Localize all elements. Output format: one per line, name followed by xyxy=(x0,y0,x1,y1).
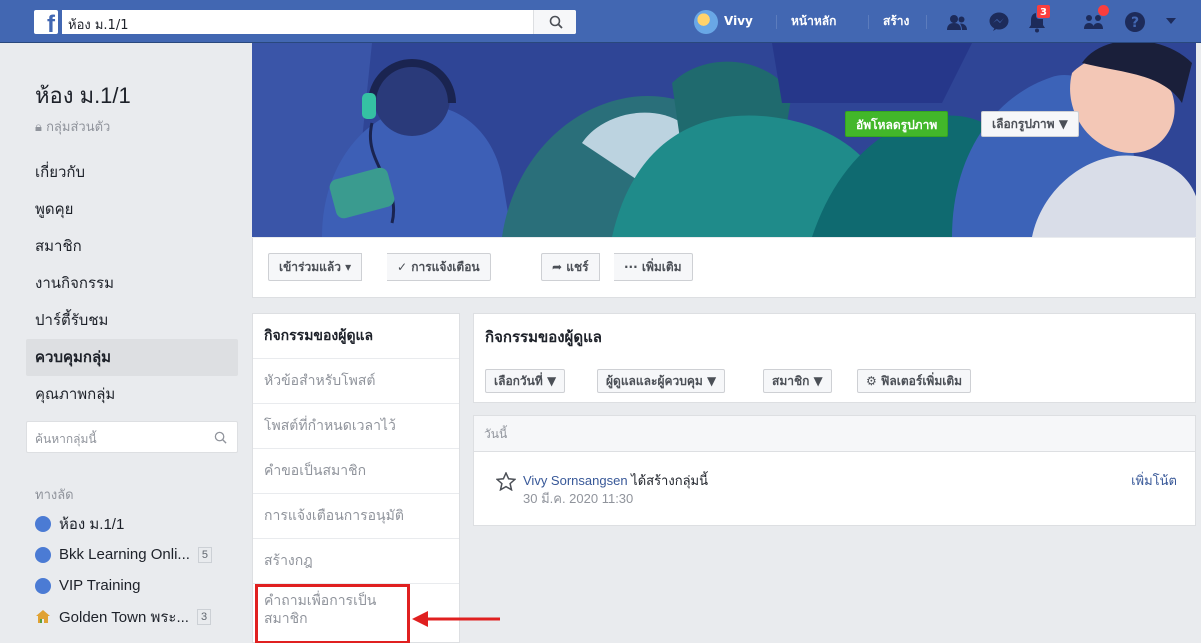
sidebar-item-discussion[interactable]: พูดคุย xyxy=(26,191,238,228)
cover-illustration xyxy=(252,43,1196,237)
search-icon xyxy=(549,15,563,29)
upload-photo-button[interactable]: อัพโหลดรูปภาพ xyxy=(845,111,949,137)
group-side-navigation: เกี่ยวกับ พูดคุย สมาชิก งานกิจกรรม ปาร์ต… xyxy=(26,154,238,413)
share-button[interactable]: ➦ แชร์ xyxy=(541,253,600,281)
admin-nav-admin-activity[interactable]: กิจกรรมของผู้ดูแล xyxy=(253,314,459,359)
shortcut-label: VIP Training xyxy=(59,577,141,594)
activity-log: วันนี้ Vivy Sornsangsen ได้สร้างกลุ่มนี้… xyxy=(473,415,1196,526)
group-cover-photo: อัพโหลดรูปภาพ เลือกรูปภาพ ▼ xyxy=(252,43,1196,237)
nav-divider xyxy=(868,15,869,29)
create-link[interactable]: สร้าง xyxy=(883,0,909,43)
new-activity-dot xyxy=(1098,5,1109,16)
messenger-icon[interactable] xyxy=(988,11,1010,33)
star-outline-icon xyxy=(496,472,516,491)
log-entry-user-link[interactable]: Vivy Sornsangsen xyxy=(523,473,628,488)
shortcuts-header: ทางลัด xyxy=(35,488,74,503)
search-value: ห้อง ม.1/1 xyxy=(68,18,129,33)
notification-count-badge: 3 xyxy=(1036,4,1051,19)
log-day-header: วันนี้ xyxy=(474,416,1195,452)
choose-photo-button[interactable]: เลือกรูปภาพ ▼ xyxy=(981,111,1079,137)
admin-nav-approval-notifications[interactable]: การแจ้งเตือนการอนุมัติ xyxy=(253,494,459,539)
home-link[interactable]: หน้าหลัก xyxy=(791,0,836,43)
members-filter-dropdown[interactable]: สมาชิก ▼ xyxy=(763,369,832,393)
user-avatar[interactable] xyxy=(694,10,718,34)
admin-nav-member-requests[interactable]: คำขอเป็นสมาชิก xyxy=(253,449,459,494)
shortcut-item[interactable]: Bkk Learning Onli... 5 xyxy=(26,539,238,570)
more-filters-button[interactable]: ⚙ ฟิลเตอร์เพิ่มเติม xyxy=(857,369,972,393)
sidebar-item-members[interactable]: สมาชิก xyxy=(26,228,238,265)
friend-requests-icon[interactable] xyxy=(946,11,968,33)
joined-button[interactable]: เข้าร่วมแล้ว ▾ xyxy=(268,253,363,281)
add-note-link[interactable]: เพิ่มโน้ต xyxy=(1131,470,1177,491)
admin-activity-panel: กิจกรรมของผู้ดูแล เลือกวันที่ ▼ ผู้ดูแลแ… xyxy=(473,313,1196,403)
group-icon xyxy=(35,546,51,563)
admin-tools-navigation: กิจกรรมของผู้ดูแล หัวข้อสำหรับโพสต์ โพสต… xyxy=(252,313,460,643)
annotation-arrow-icon xyxy=(412,611,500,627)
shortcut-count-badge: 3 xyxy=(196,608,212,625)
nav-divider xyxy=(926,15,927,29)
facebook-logo[interactable]: f xyxy=(34,10,58,37)
sidebar-item-moderate-group[interactable]: ควบคุมกลุ่ม xyxy=(26,339,238,376)
admin-nav-create-rules[interactable]: สร้างกฎ xyxy=(253,539,459,584)
admin-activity-title: กิจกรรมของผู้ดูแล xyxy=(485,328,602,346)
lock-icon: 🔒︎ xyxy=(35,120,47,135)
shortcut-item[interactable]: Golden Town พระ... 3 xyxy=(26,601,238,632)
sidebar-item-about[interactable]: เกี่ยวกับ xyxy=(26,154,238,191)
shortcut-label: Golden Town พระ... xyxy=(59,608,189,626)
shortcut-item[interactable]: VIP Training xyxy=(26,570,238,601)
group-action-bar: เข้าร่วมแล้ว ▾ ✓ การแจ้งเตือน ➦ แชร์ ···… xyxy=(252,238,1196,298)
date-filter-dropdown[interactable]: เลือกวันที่ ▼ xyxy=(485,369,566,393)
nav-divider xyxy=(776,15,777,29)
search-input[interactable]: ห้อง ม.1/1 xyxy=(62,10,576,34)
group-privacy: 🔒︎ กลุ่มส่วนตัว xyxy=(35,116,110,137)
group-search-input[interactable]: ค้นหากลุ่มนี้ xyxy=(26,421,238,453)
group-privacy-label: กลุ่มส่วนตัว xyxy=(46,120,111,135)
sidebar-item-events[interactable]: งานกิจกรรม xyxy=(26,265,238,302)
log-entry-timestamp: 30 มี.ค. 2020 11:30 xyxy=(523,491,634,506)
profile-link[interactable]: Vivy xyxy=(724,0,753,43)
search-button[interactable] xyxy=(533,10,576,34)
group-icon xyxy=(35,577,51,594)
notifications-button[interactable]: ✓ การแจ้งเตือน xyxy=(387,253,491,281)
sidebar-item-group-quality[interactable]: คุณภาพกลุ่ม xyxy=(26,376,238,413)
group-search-placeholder: ค้นหากลุ่มนี้ xyxy=(35,432,97,446)
log-entry-action: ได้สร้างกลุ่มนี้ xyxy=(627,473,708,488)
home-page-icon xyxy=(36,609,50,623)
admin-nav-post-topics[interactable]: หัวข้อสำหรับโพสต์ xyxy=(253,359,459,404)
shortcut-count-badge: 5 xyxy=(197,546,213,563)
top-navigation-bar: f ห้อง ม.1/1 Vivy หน้าหลัก สร้าง 3 ? xyxy=(0,0,1201,43)
more-button[interactable]: ··· เพิ่มเติม xyxy=(614,253,693,281)
admin-nav-scheduled-posts[interactable]: โพสต์ที่กำหนดเวลาไว้ xyxy=(253,404,459,449)
shortcut-label: ห้อง ม.1/1 xyxy=(59,515,125,533)
sidebar-item-watch-party[interactable]: ปาร์ตี้รับชม xyxy=(26,302,238,339)
help-icon[interactable]: ? xyxy=(1124,11,1146,33)
search-icon xyxy=(214,431,227,444)
svg-text:?: ? xyxy=(1131,15,1139,31)
admins-moderators-filter-dropdown[interactable]: ผู้ดูแลและผู้ควบคุม ▼ xyxy=(597,369,726,393)
shortcut-label: Bkk Learning Onli... xyxy=(59,546,190,563)
highlight-annotation-box xyxy=(255,584,410,643)
shortcuts-list: ห้อง ม.1/1 Bkk Learning Onli... 5 VIP Tra… xyxy=(26,508,238,632)
group-icon xyxy=(35,515,51,532)
shortcut-item[interactable]: ห้อง ม.1/1 xyxy=(26,508,238,539)
account-menu-chevron-icon[interactable] xyxy=(1164,14,1178,28)
group-title[interactable]: ห้อง ม.1/1 xyxy=(35,78,131,113)
